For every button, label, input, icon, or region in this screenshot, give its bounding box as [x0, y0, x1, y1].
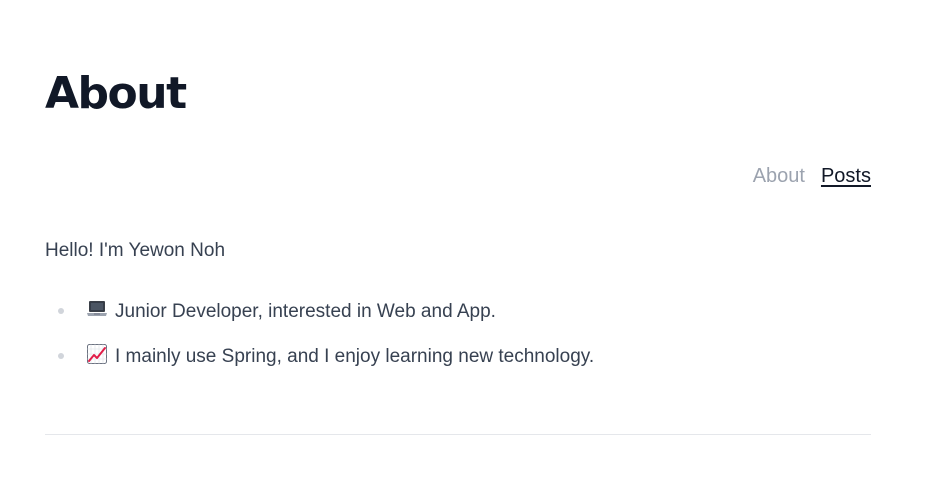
- list-item-text: Junior Developer, interested in Web and …: [115, 301, 496, 322]
- list-item: Junior Developer, interested in Web and …: [45, 298, 594, 343]
- divider: [45, 434, 871, 435]
- nav-link-posts[interactable]: Posts: [821, 164, 871, 188]
- top-nav: About Posts: [753, 164, 871, 188]
- laptop-icon: [87, 301, 107, 316]
- list-item-text: I mainly use Spring, and I enjoy learnin…: [115, 346, 595, 367]
- chart-increasing-icon: [87, 344, 107, 364]
- bullet-icon: [58, 308, 64, 314]
- bullet-icon: [58, 353, 64, 359]
- intro-text: Hello! I'm Yewon Noh: [45, 240, 226, 261]
- page-title: About: [45, 68, 187, 119]
- list-item: I mainly use Spring, and I enjoy learnin…: [45, 343, 594, 388]
- about-list: Junior Developer, interested in Web and …: [45, 298, 594, 388]
- nav-link-about[interactable]: About: [753, 164, 805, 188]
